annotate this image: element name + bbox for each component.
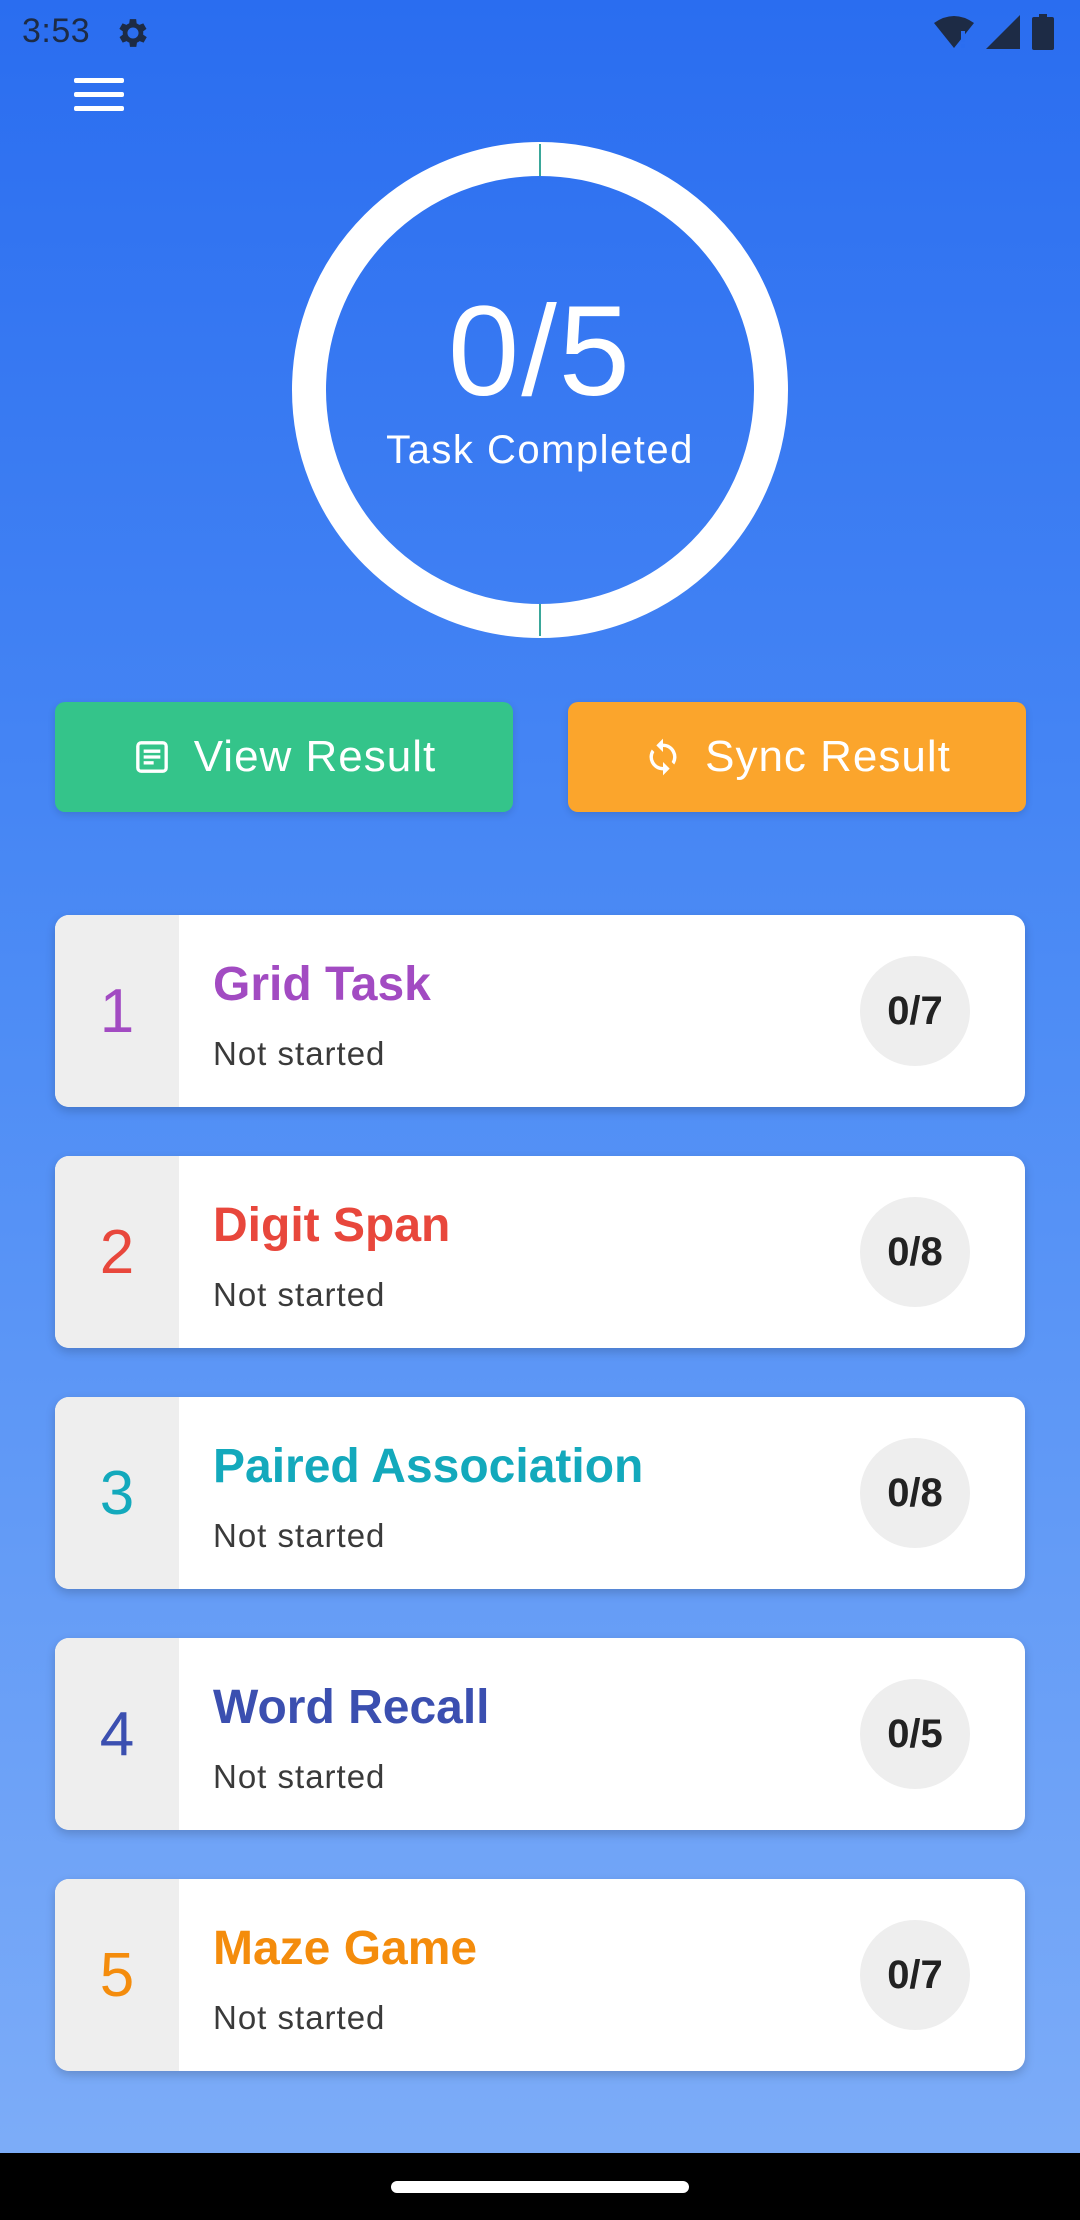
progress-ring: 0/5 Task Completed	[290, 140, 790, 640]
sync-result-label: Sync Result	[705, 732, 951, 781]
task-count-badge: 0/7	[860, 1920, 970, 2030]
task-title: Word Recall	[213, 1681, 490, 1734]
menu-line	[74, 105, 124, 111]
task-status: Not started	[213, 1999, 386, 2036]
task-number: 1	[55, 915, 179, 1107]
task-status: Not started	[213, 1276, 386, 1313]
menu-line	[74, 91, 124, 97]
task-status: Not started	[213, 1035, 386, 1072]
task-card-digit-span[interactable]: 2 Digit Span Not started 0/8	[55, 1156, 1025, 1348]
battery-icon	[1032, 14, 1054, 50]
navigation-bar	[0, 2153, 1080, 2220]
sync-icon	[649, 738, 677, 776]
menu-line	[74, 77, 124, 83]
task-count-badge: 0/8	[860, 1438, 970, 1548]
hamburger-menu-icon[interactable]	[60, 68, 140, 120]
settings-gear-icon	[119, 19, 147, 47]
task-title: Grid Task	[213, 958, 431, 1011]
status-bar: 3:53	[0, 0, 1080, 66]
task-status: Not started	[213, 1517, 386, 1554]
view-result-button[interactable]: View Result	[55, 702, 513, 812]
task-number: 3	[55, 1397, 179, 1589]
task-card-maze-game[interactable]: 5 Maze Game Not started 0/7	[55, 1879, 1025, 2071]
task-title: Maze Game	[213, 1922, 478, 1975]
status-time: 3:53	[22, 12, 91, 50]
task-count-badge: 0/7	[860, 956, 970, 1066]
document-icon	[135, 741, 168, 773]
progress-caption: Task Completed	[386, 428, 694, 472]
wifi-icon	[934, 16, 974, 48]
home-gesture-handle[interactable]	[391, 2181, 689, 2193]
task-status: Not started	[213, 1758, 386, 1795]
task-number: 2	[55, 1156, 179, 1348]
task-card-word-recall[interactable]: 4 Word Recall Not started 0/5	[55, 1638, 1025, 1830]
progress-value: 0/5	[448, 280, 632, 423]
view-result-label: View Result	[193, 732, 437, 781]
sync-result-button[interactable]: Sync Result	[568, 702, 1026, 812]
task-count-badge: 0/8	[860, 1197, 970, 1307]
task-title: Paired Association	[213, 1440, 644, 1493]
signal-icon	[986, 15, 1020, 49]
task-card-grid-task[interactable]: 1 Grid Task Not started 0/7	[55, 915, 1025, 1107]
task-number: 5	[55, 1879, 179, 2071]
task-card-paired-association[interactable]: 3 Paired Association Not started 0/8	[55, 1397, 1025, 1589]
task-count-badge: 0/5	[860, 1679, 970, 1789]
task-number: 4	[55, 1638, 179, 1830]
task-title: Digit Span	[213, 1199, 451, 1252]
